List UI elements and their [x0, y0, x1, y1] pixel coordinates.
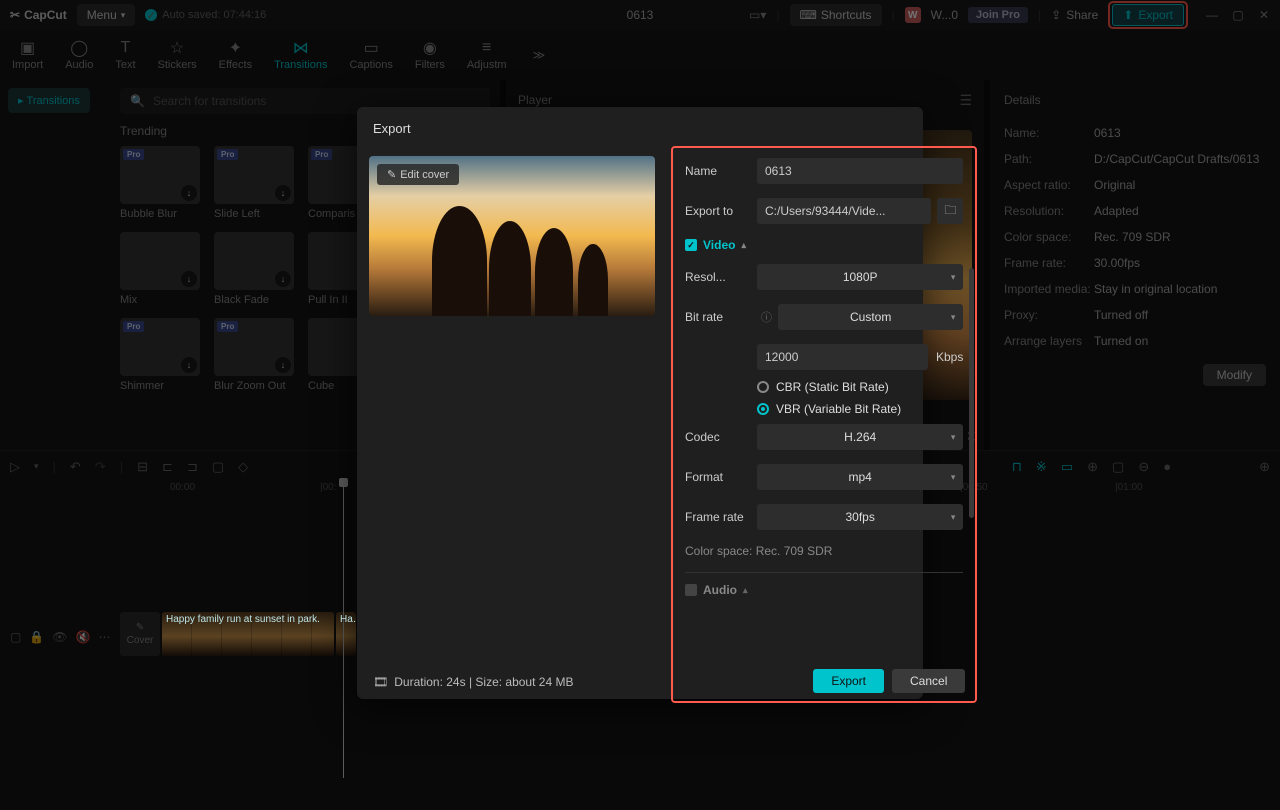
chevron-up-icon: ▴: [743, 585, 748, 596]
checkbox-on-icon[interactable]: ✓: [685, 239, 697, 251]
codec-label: Codec: [685, 430, 757, 444]
export-modal: Export ✎ Edit cover Name: [357, 107, 923, 699]
info-icon[interactable]: ⓘ: [761, 309, 772, 325]
export-footer-info: 🎞 Duration: 24s | Size: about 24 MB: [357, 675, 573, 689]
clip-label: Happy family run at sunset in park.: [166, 614, 320, 625]
framerate-select[interactable]: 30fps▾: [757, 504, 963, 530]
chevron-down-icon: ▾: [951, 312, 956, 323]
exportto-label: Export to: [685, 204, 757, 218]
folder-icon: 🗀: [944, 201, 956, 222]
name-input[interactable]: [757, 158, 963, 184]
chevron-up-icon: ▴: [741, 240, 746, 251]
modal-title: Export: [357, 121, 923, 148]
checkbox-off-icon[interactable]: [685, 584, 697, 596]
format-label: Format: [685, 470, 757, 484]
browse-folder-button[interactable]: 🗀: [937, 198, 963, 224]
vbr-radio[interactable]: VBR (Variable Bit Rate): [757, 402, 963, 416]
scrollbar[interactable]: [969, 268, 974, 518]
resolution-select[interactable]: 1080P▾: [757, 264, 963, 290]
colorspace-text: Color space: Rec. 709 SDR: [685, 544, 963, 558]
resolution-label: Resol...: [685, 270, 757, 284]
audio-section-toggle[interactable]: Audio ▴: [685, 583, 963, 597]
cbr-radio[interactable]: CBR (Static Bit Rate): [757, 380, 963, 394]
codec-select[interactable]: H.264▾: [757, 424, 963, 450]
film-icon: 🎞: [373, 675, 388, 689]
divider: [685, 572, 963, 573]
bitrate-label: Bit rate: [685, 310, 757, 324]
kbps-unit: Kbps: [936, 350, 963, 364]
pencil-icon: ✎: [387, 168, 396, 181]
bitrate-select[interactable]: Custom▾: [778, 304, 963, 330]
chevron-down-icon: ▾: [951, 512, 956, 523]
chevron-down-icon: ▾: [951, 472, 956, 483]
bitrate-value-input[interactable]: [757, 344, 928, 370]
chevron-down-icon: ▾: [951, 432, 956, 443]
chevron-down-icon: ▾: [951, 272, 956, 283]
exportto-input[interactable]: [757, 198, 931, 224]
edit-cover-button[interactable]: ✎ Edit cover: [377, 164, 459, 185]
cover-preview: ✎ Edit cover: [369, 156, 655, 316]
video-section-toggle[interactable]: ✓ Video ▴: [685, 238, 963, 252]
format-select[interactable]: mp4▾: [757, 464, 963, 490]
framerate-label: Frame rate: [685, 510, 757, 524]
clip-label: Ha…: [340, 614, 356, 625]
name-label: Name: [685, 164, 757, 178]
